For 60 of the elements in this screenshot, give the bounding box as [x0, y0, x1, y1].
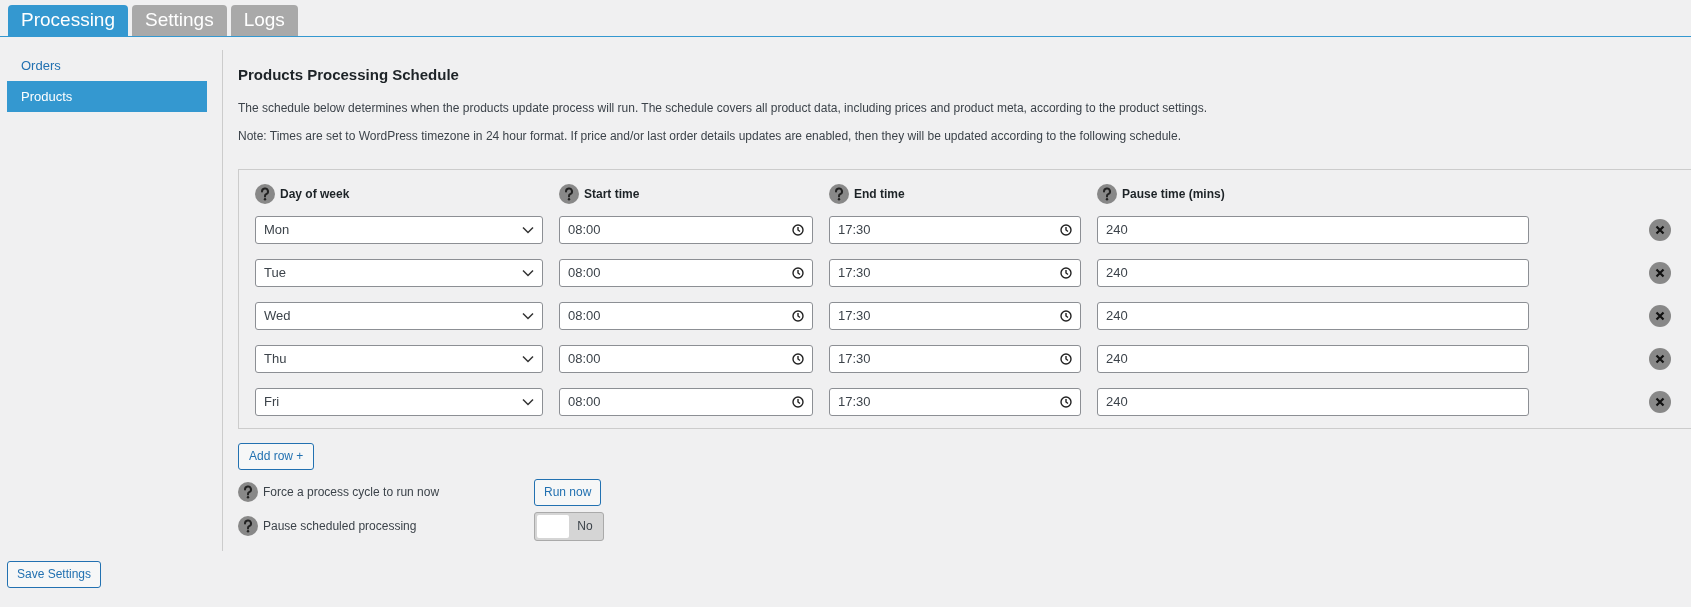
clock-icon[interactable]: [1060, 309, 1072, 322]
start-time-field[interactable]: 08:00: [559, 301, 813, 330]
help-icon[interactable]: [238, 482, 258, 502]
column-header: Pause time (mins): [1122, 185, 1225, 203]
description-text: The schedule below determines when the products update process will run. The schedule covers all product data, including prices and product meta, according to the product settings.: [238, 99, 1208, 117]
clock-icon[interactable]: [792, 309, 804, 322]
pause-processing-label: Pause scheduled processing: [263, 518, 417, 535]
sidebar-item[interactable]: Orders: [7, 50, 207, 81]
help-icon[interactable]: [1097, 183, 1117, 204]
remove-row-icon[interactable]: [1649, 261, 1671, 284]
end-time-field[interactable]: 17:30: [829, 387, 1081, 416]
clock-icon[interactable]: [792, 223, 804, 236]
note-text: Note: Times are set to WordPress timezone in 24 hour format. If price and/or last order details updates are enabled, then they will be updated according to the following schedule.: [238, 127, 1182, 145]
end-time-field[interactable]: 17:30: [829, 215, 1081, 244]
start-time-field[interactable]: 08:00: [559, 215, 813, 244]
remove-row-icon[interactable]: [1649, 390, 1671, 413]
chevron-down-icon: [522, 268, 534, 277]
help-icon[interactable]: [238, 516, 258, 536]
pause-time-field[interactable]: 240: [1097, 258, 1529, 287]
help-icon[interactable]: [255, 183, 275, 204]
save-settings-button[interactable]: Save Settings: [7, 560, 102, 588]
clock-icon[interactable]: [792, 266, 804, 279]
column-header: Day of week: [280, 185, 350, 203]
end-time-field[interactable]: 17:30: [829, 258, 1081, 287]
chevron-down-icon: [522, 311, 534, 320]
day-select[interactable]: Fri: [255, 387, 543, 416]
start-time-field[interactable]: 08:00: [559, 387, 813, 416]
pause-toggle[interactable]: No: [534, 511, 604, 541]
help-icon[interactable]: [829, 183, 849, 204]
end-time-field[interactable]: 17:30: [829, 301, 1081, 330]
help-icon[interactable]: [559, 183, 579, 204]
end-time-field[interactable]: 17:30: [829, 344, 1081, 373]
chevron-down-icon: [522, 225, 534, 234]
chevron-down-icon: [522, 354, 534, 363]
pause-time-field[interactable]: 240: [1097, 301, 1529, 330]
pause-time-field[interactable]: 240: [1097, 344, 1529, 373]
clock-icon[interactable]: [1060, 223, 1072, 236]
remove-row-icon[interactable]: [1649, 304, 1671, 327]
column-header: Start time: [584, 185, 640, 203]
clock-icon[interactable]: [792, 395, 804, 408]
remove-row-icon[interactable]: [1649, 218, 1671, 241]
day-select[interactable]: Tue: [255, 258, 543, 287]
section-heading: Products Processing Schedule: [238, 65, 460, 85]
column-header: End time: [854, 185, 905, 203]
day-select[interactable]: Wed: [255, 301, 543, 330]
chevron-down-icon: [522, 397, 534, 406]
day-select[interactable]: Thu: [255, 344, 543, 373]
force-cycle-label: Force a process cycle to run now: [263, 484, 440, 501]
clock-icon[interactable]: [1060, 395, 1072, 408]
run-now-button[interactable]: Run now: [534, 478, 602, 506]
clock-icon[interactable]: [1060, 266, 1072, 279]
add-row-button[interactable]: Add row +: [238, 442, 315, 470]
start-time-field[interactable]: 08:00: [559, 258, 813, 287]
clock-icon[interactable]: [792, 352, 804, 365]
remove-row-icon[interactable]: [1649, 347, 1671, 370]
pause-time-field[interactable]: 240: [1097, 215, 1529, 244]
day-select[interactable]: Mon: [255, 215, 543, 244]
clock-icon[interactable]: [1060, 352, 1072, 365]
pause-time-field[interactable]: 240: [1097, 387, 1529, 416]
start-time-field[interactable]: 08:00: [559, 344, 813, 373]
